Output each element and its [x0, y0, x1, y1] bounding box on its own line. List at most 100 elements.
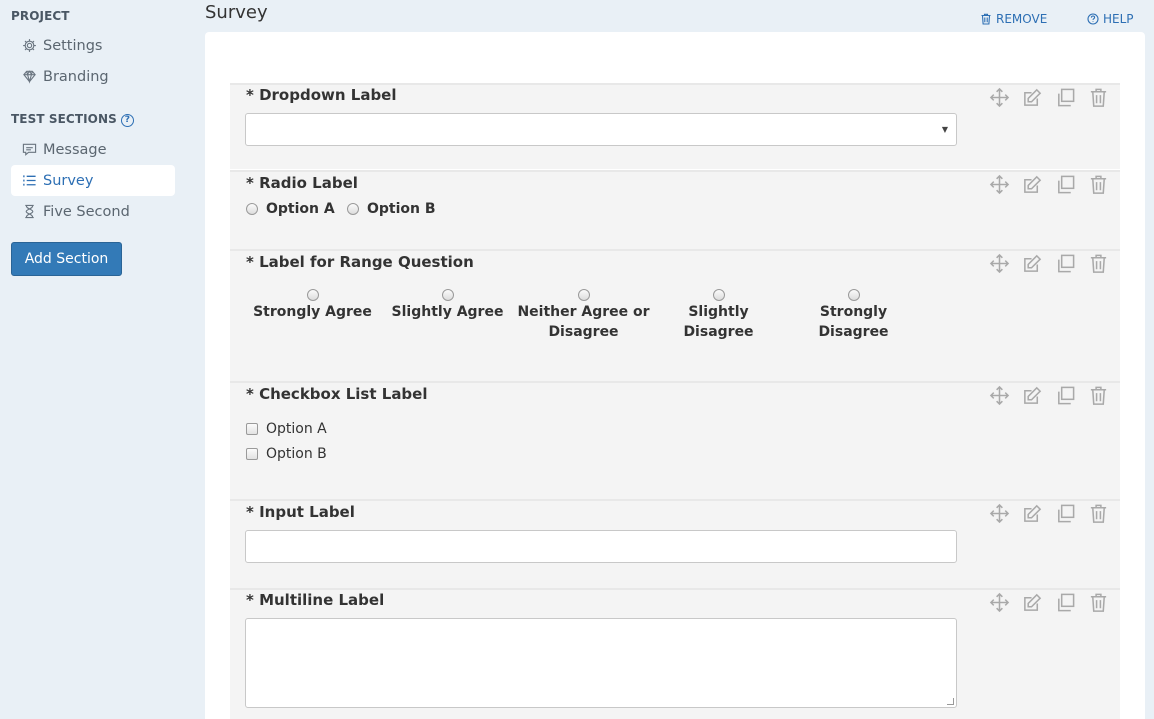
- edit-icon[interactable]: [1020, 85, 1044, 109]
- text-input-field[interactable]: [245, 530, 957, 563]
- option-label: Strongly Disagree: [818, 304, 889, 340]
- hourglass-icon: [21, 204, 37, 220]
- radio-button[interactable]: [847, 289, 860, 301]
- sidebar-item-five-second[interactable]: Five Second: [11, 196, 175, 227]
- help-label: HELP: [1103, 12, 1134, 26]
- question-input: * Input Label: [230, 499, 1120, 588]
- option-label: Option B: [266, 446, 327, 462]
- edit-icon[interactable]: [1020, 172, 1044, 196]
- add-section-button[interactable]: Add Section: [11, 242, 122, 276]
- duplicate-icon[interactable]: [1053, 590, 1077, 614]
- duplicate-icon[interactable]: [1053, 383, 1077, 407]
- edit-icon[interactable]: [1020, 383, 1044, 407]
- message-icon: [21, 142, 37, 158]
- sidebar-item-message[interactable]: Message: [11, 134, 175, 165]
- radio-button[interactable]: [347, 203, 359, 215]
- resize-grip-icon[interactable]: [947, 698, 954, 705]
- range-option-5[interactable]: Strongly Disagree: [786, 289, 921, 342]
- radio-option-b[interactable]: Option B: [347, 201, 436, 217]
- question-radio: * Radio Label Option A Option B: [230, 170, 1120, 249]
- question-tools: [987, 501, 1110, 525]
- sidebar-item-label: Settings: [43, 37, 103, 54]
- sidebar-item-survey[interactable]: Survey: [11, 165, 175, 196]
- radio-button[interactable]: [577, 289, 590, 301]
- caret-down-icon: ▼: [941, 125, 948, 134]
- sidebar: PROJECT Settings Branding TEST SECTIONS?…: [0, 0, 190, 719]
- sidebar-item-label: Five Second: [43, 203, 130, 220]
- question-dropdown: * Dropdown Label ▼: [230, 83, 1120, 169]
- radio-option-a[interactable]: Option A: [246, 201, 335, 217]
- checkbox[interactable]: [246, 423, 258, 435]
- duplicate-icon[interactable]: [1053, 251, 1077, 275]
- sidebar-item-branding[interactable]: Branding: [11, 61, 175, 92]
- question-checkbox: * Checkbox List Label Option A Option B: [230, 381, 1120, 499]
- edit-icon[interactable]: [1020, 251, 1044, 275]
- help-circle-icon[interactable]: ?: [120, 114, 134, 127]
- remove-button[interactable]: REMOVE: [980, 12, 1047, 26]
- move-icon[interactable]: [987, 383, 1011, 407]
- test-sections-label: TEST SECTIONS: [11, 112, 117, 126]
- question-tools: [987, 590, 1110, 614]
- delete-icon[interactable]: [1086, 251, 1110, 275]
- move-icon[interactable]: [987, 501, 1011, 525]
- move-icon[interactable]: [987, 251, 1011, 275]
- page-title: Survey: [205, 2, 268, 23]
- checkbox-option-a[interactable]: Option A: [246, 421, 327, 437]
- dropdown-select[interactable]: ▼: [245, 113, 957, 146]
- option-label: Option A: [266, 201, 335, 217]
- delete-icon[interactable]: [1086, 172, 1110, 196]
- diamond-icon: [21, 69, 37, 85]
- edit-icon[interactable]: [1020, 501, 1044, 525]
- help-circle-icon: [1087, 13, 1099, 25]
- sidebar-item-label: Message: [43, 141, 107, 158]
- question-label: * Label for Range Question: [246, 253, 474, 271]
- question-tools: [987, 85, 1110, 109]
- test-sections-heading: TEST SECTIONS?: [11, 112, 134, 127]
- range-option-3[interactable]: Neither Agree or Disagree: [516, 289, 651, 342]
- question-tools: [987, 251, 1110, 275]
- duplicate-icon[interactable]: [1053, 85, 1077, 109]
- range-option-1[interactable]: Strongly Agree: [245, 289, 380, 322]
- option-label: Strongly Agree: [253, 304, 372, 320]
- checkbox-option-b[interactable]: Option B: [246, 446, 327, 462]
- duplicate-icon[interactable]: [1053, 501, 1077, 525]
- radio-button[interactable]: [246, 203, 258, 215]
- range-option-2[interactable]: Slightly Agree: [380, 289, 515, 322]
- question-label: * Dropdown Label: [246, 86, 397, 104]
- remove-label: REMOVE: [996, 12, 1048, 26]
- range-option-4[interactable]: Slightly Disagree: [651, 289, 786, 342]
- sidebar-item-label: Branding: [43, 68, 109, 85]
- delete-icon[interactable]: [1086, 383, 1110, 407]
- option-label: Option B: [367, 201, 436, 217]
- question-range: * Label for Range Question Strongly Agre…: [230, 249, 1120, 381]
- checkbox[interactable]: [246, 448, 258, 460]
- trash-icon: [981, 13, 991, 25]
- question-label: * Checkbox List Label: [246, 385, 428, 403]
- radio-button[interactable]: [441, 289, 454, 301]
- option-label: Option A: [266, 421, 327, 437]
- option-label: Slightly Disagree: [683, 304, 754, 340]
- project-heading: PROJECT: [11, 9, 70, 23]
- help-button[interactable]: HELP: [1087, 12, 1134, 26]
- list-icon: [21, 173, 37, 189]
- question-tools: [987, 383, 1110, 407]
- option-label: Neither Agree or Disagree: [517, 304, 650, 340]
- delete-icon[interactable]: [1086, 85, 1110, 109]
- option-label: Slightly Agree: [391, 304, 504, 320]
- duplicate-icon[interactable]: [1053, 172, 1077, 196]
- delete-icon[interactable]: [1086, 590, 1110, 614]
- sidebar-item-settings[interactable]: Settings: [11, 30, 175, 61]
- move-icon[interactable]: [987, 590, 1011, 614]
- gear-icon: [21, 38, 37, 54]
- question-label: * Multiline Label: [246, 591, 385, 609]
- move-icon[interactable]: [987, 85, 1011, 109]
- question-label: * Radio Label: [246, 174, 358, 192]
- multiline-textarea[interactable]: [245, 618, 957, 708]
- radio-button[interactable]: [712, 289, 725, 301]
- question-label: * Input Label: [246, 503, 355, 521]
- move-icon[interactable]: [987, 172, 1011, 196]
- sidebar-item-label: Survey: [43, 172, 94, 189]
- delete-icon[interactable]: [1086, 501, 1110, 525]
- edit-icon[interactable]: [1020, 590, 1044, 614]
- radio-button[interactable]: [306, 289, 319, 301]
